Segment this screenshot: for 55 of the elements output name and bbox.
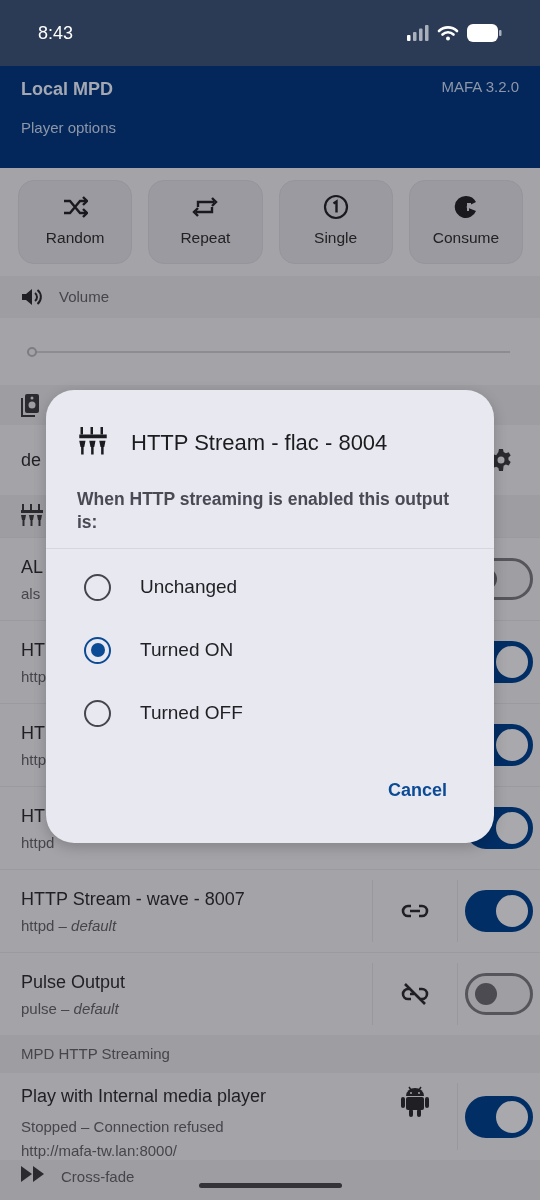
fast-forward-icon — [21, 1166, 45, 1182]
stream-title: Play with Internal media player — [21, 1085, 267, 1108]
app-title: Local MPD — [21, 78, 114, 101]
signal-icon — [407, 25, 429, 41]
unlink-icon[interactable] — [401, 983, 429, 1005]
android-icon — [400, 1085, 429, 1117]
plugs-icon — [21, 504, 43, 528]
radio-option[interactable]: Turned ON — [46, 618, 494, 682]
stream-status: Stopped – Connection refused — [21, 1117, 224, 1137]
section-label: Cross-fade — [61, 1167, 135, 1187]
output-details: pulse – default — [21, 999, 119, 1019]
option-label: Turned OFF — [140, 700, 243, 725]
output-details: als — [21, 584, 41, 604]
mode-button[interactable]: Repeat — [148, 180, 263, 264]
output-toggle[interactable] — [465, 973, 533, 1015]
clock-time: 8:43 — [38, 21, 74, 45]
radio-button[interactable] — [84, 573, 111, 601]
output-name: AL — [21, 556, 44, 579]
output-details: http — [21, 750, 47, 770]
output-name: HTTP Stream - wave - 8007 — [21, 888, 245, 911]
section-label: MPD HTTP Streaming — [21, 1043, 170, 1064]
output-name: HT — [21, 805, 45, 828]
mode-button[interactable]: Random — [18, 180, 133, 264]
dialog-title: HTTP Stream - flac - 8004 — [131, 428, 388, 457]
battery-icon — [467, 24, 502, 42]
wifi-icon — [437, 25, 459, 41]
cancel-button[interactable]: Cancel — [377, 770, 457, 810]
radio-option[interactable]: Turned OFF — [46, 681, 494, 745]
device-name: de — [21, 448, 42, 472]
volume-slider[interactable] — [27, 346, 510, 357]
stream-url: http://mafa-tw.lan:8000/ — [21, 1141, 177, 1161]
stream-toggle[interactable] — [465, 1095, 533, 1138]
plugs-icon — [77, 427, 109, 457]
option-label: Turned ON — [140, 637, 234, 662]
output-name: HT — [21, 722, 45, 745]
output-name: HT — [21, 639, 45, 662]
option-label: Unchanged — [140, 574, 238, 599]
output-toggle[interactable] — [465, 890, 533, 932]
speaker-box-icon — [21, 393, 41, 417]
output-name: Pulse Output — [21, 971, 126, 994]
version-label: MAFA 3.2.0 — [441, 77, 519, 97]
pie-icon — [452, 194, 479, 221]
dialog-message: When HTTP streaming is enabled this output is: — [76, 488, 451, 534]
mode-button[interactable]: Consume — [408, 180, 523, 264]
speaker-icon — [21, 287, 43, 307]
radio-button[interactable] — [84, 699, 111, 727]
radio-button[interactable] — [84, 636, 111, 664]
mode-button[interactable]: Single — [278, 180, 393, 264]
radio-option[interactable]: Unchanged — [46, 555, 494, 619]
output-details: http — [21, 667, 47, 687]
page-subtitle: Player options — [21, 118, 117, 138]
single-repeat-icon — [322, 194, 349, 221]
output-details: httpd — [21, 833, 55, 853]
section-label: Volume — [59, 286, 110, 307]
output-details: httpd – default — [21, 916, 117, 936]
